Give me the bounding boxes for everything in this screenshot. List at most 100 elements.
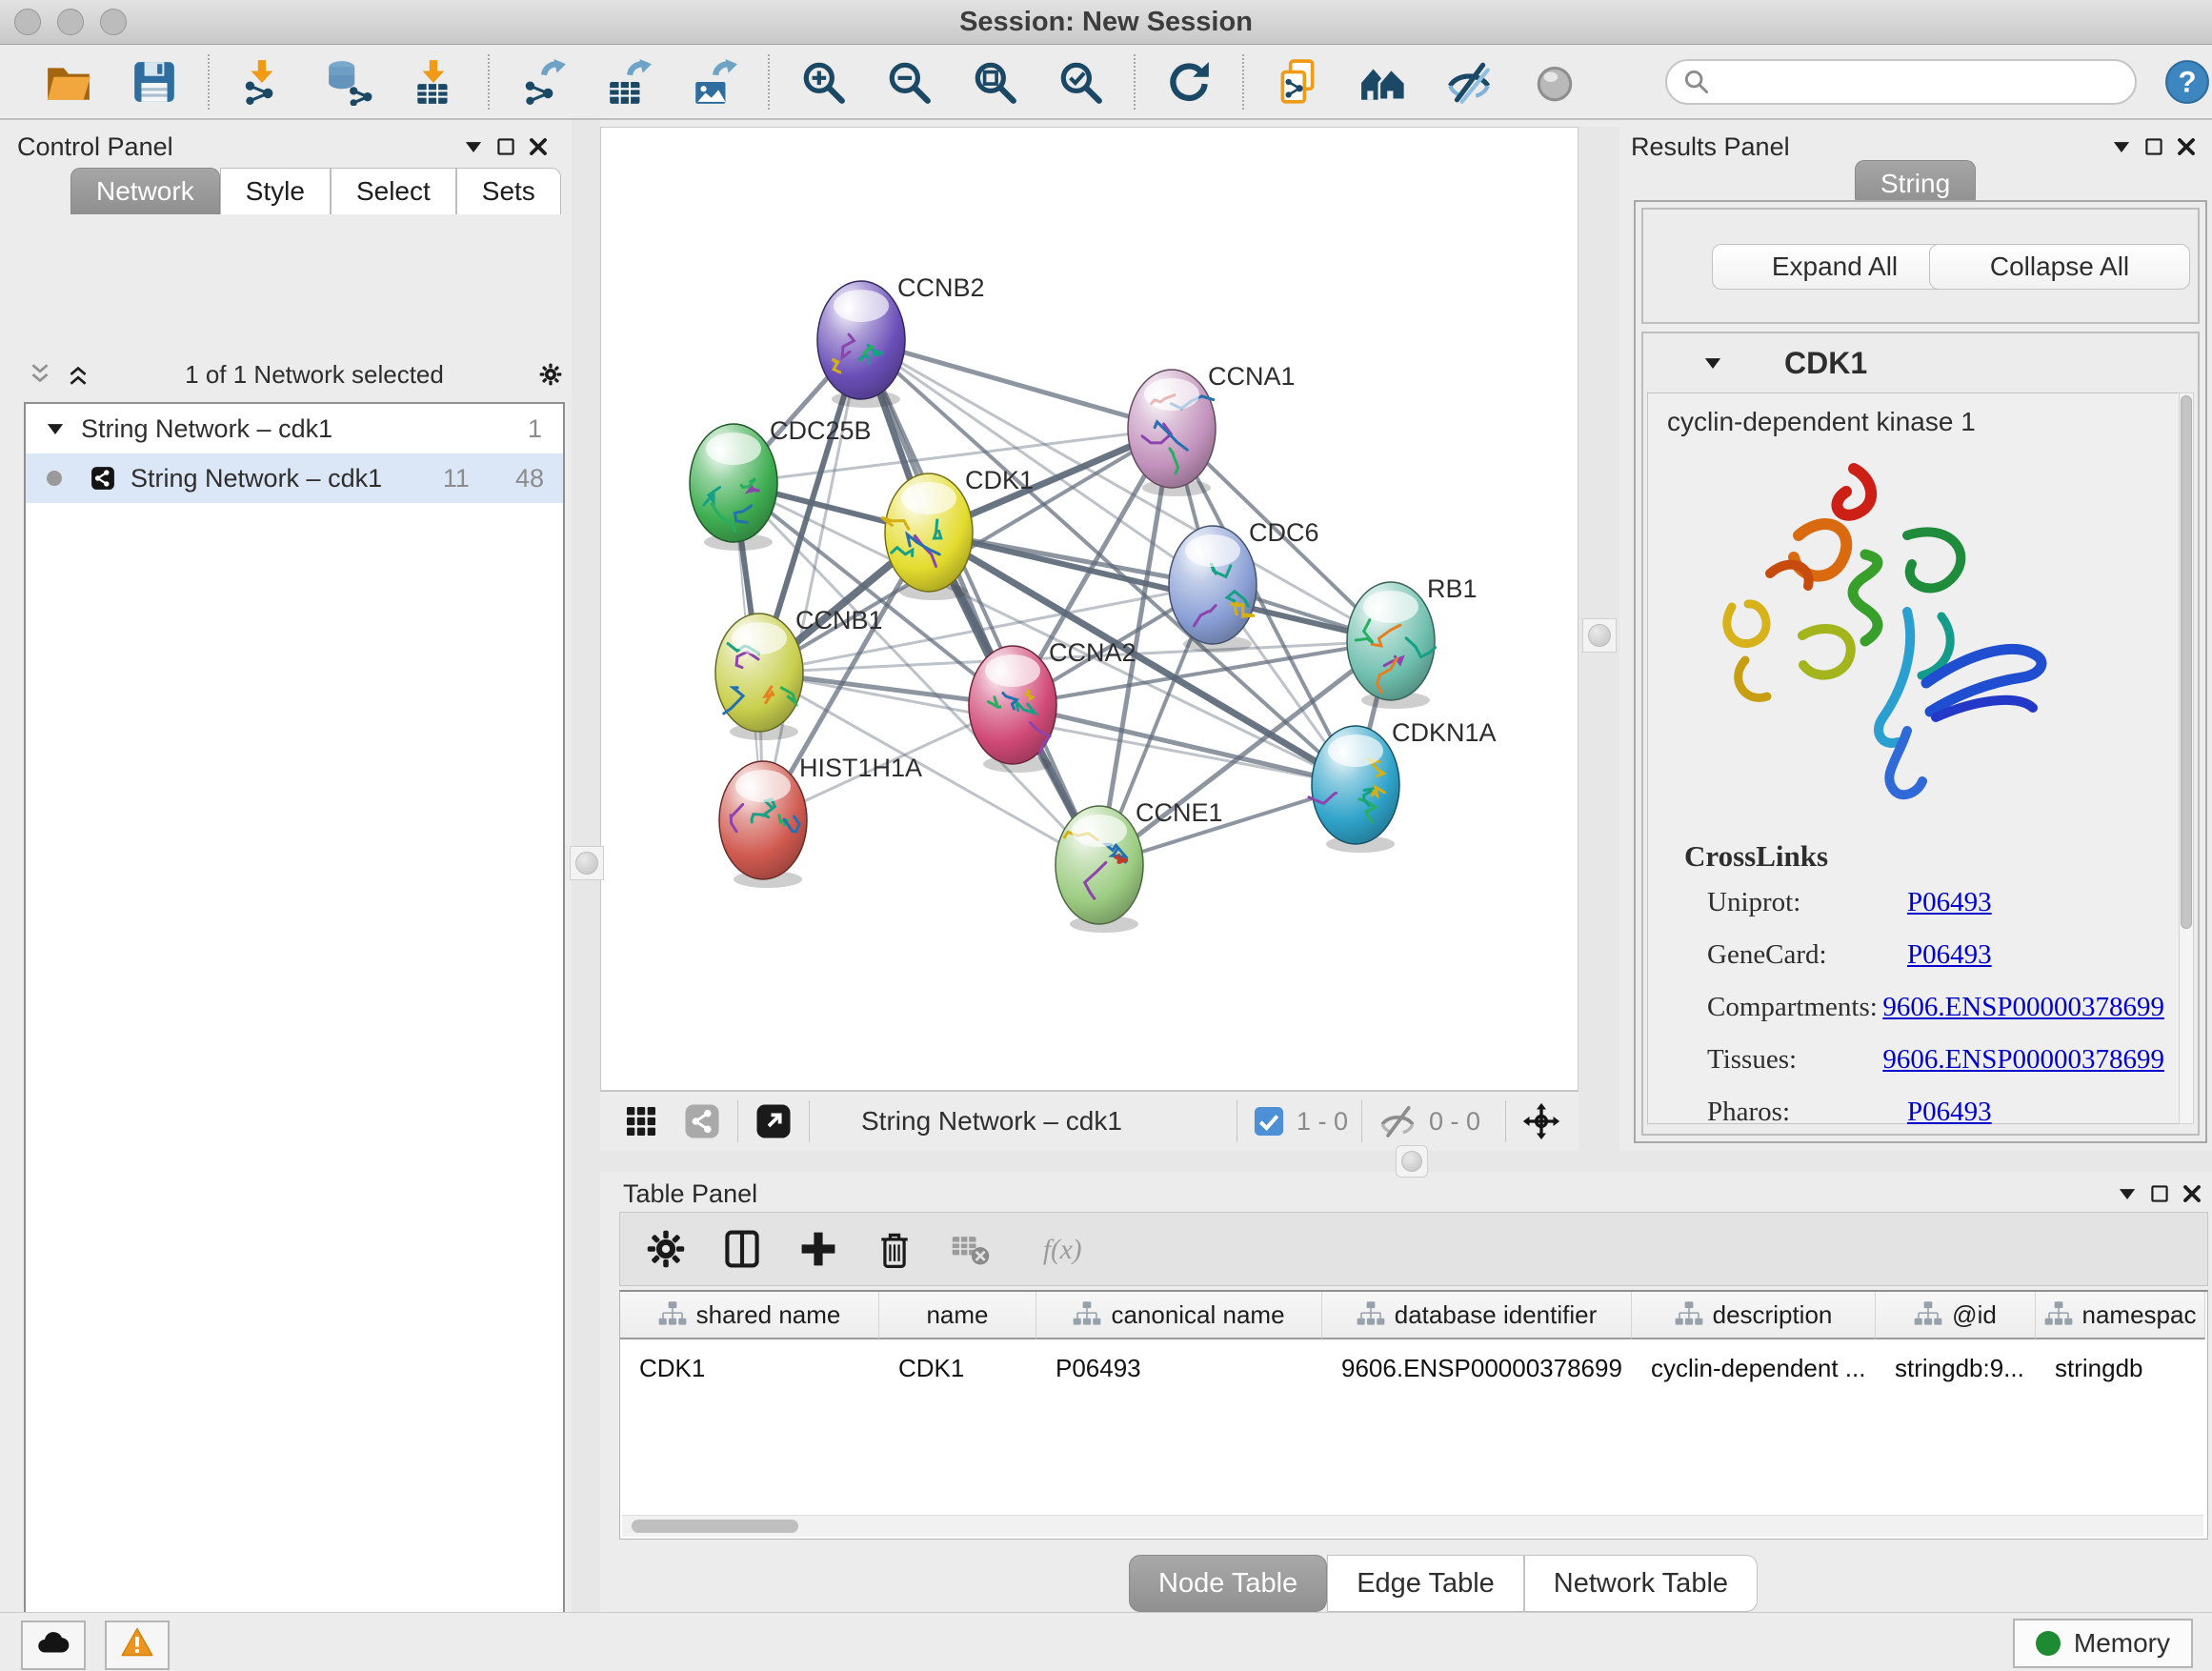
table-cell[interactable]: CDK1 (879, 1347, 1036, 1389)
tab-select[interactable]: Select (331, 168, 456, 214)
table-mode-gear-icon[interactable] (643, 1226, 689, 1272)
collapse-all-button[interactable]: Collapse All (1929, 244, 2190, 290)
hide-graphics-details-button[interactable] (1442, 55, 1496, 109)
tab-edge-table[interactable]: Edge Table (1327, 1555, 1524, 1612)
node-CDKN1A[interactable]: CDKN1A (1309, 718, 1497, 853)
search-box[interactable] (1665, 59, 2137, 105)
node-CCNB2[interactable]: CCNB2 (817, 273, 985, 408)
edge-CCNB2-HIST1H1A[interactable] (763, 340, 861, 820)
right-splitter-handle[interactable] (1582, 618, 1617, 653)
hidden-eye-icon[interactable] (1376, 1099, 1419, 1143)
import-table-file-button[interactable] (408, 55, 461, 109)
left-splitter-handle[interactable] (570, 846, 604, 880)
create-column-icon[interactable] (795, 1226, 841, 1272)
edge-CCNA2-CDKN1A[interactable] (1013, 705, 1356, 785)
tab-network-table[interactable]: Network Table (1524, 1555, 1758, 1612)
panel-close-icon[interactable] (2170, 131, 2202, 163)
zoom-selected-button[interactable] (1054, 55, 1107, 109)
network-tree-row[interactable]: String Network – cdk1 11 48 (26, 453, 563, 503)
tab-style[interactable]: Style (220, 168, 331, 214)
panel-collapse-icon[interactable] (2111, 1178, 2143, 1210)
import-network-database-button[interactable] (322, 55, 375, 109)
network-list-options-gear-icon[interactable] (534, 358, 567, 391)
panel-close-icon[interactable] (2176, 1178, 2208, 1210)
results-scrollbar-thumb[interactable] (2181, 395, 2192, 929)
network-tree-root-row[interactable]: String Network – cdk1 1 (26, 404, 563, 453)
table-cell[interactable]: stringdb (2036, 1347, 2205, 1389)
table-cell[interactable]: P06493 (1036, 1347, 1322, 1389)
collapse-all-networks-icon[interactable] (24, 358, 56, 391)
cloud-button[interactable] (21, 1621, 86, 1670)
column-header-databaseidentifier[interactable]: database identifier (1322, 1292, 1632, 1339)
zoom-in-button[interactable] (796, 55, 850, 109)
expand-all-networks-icon[interactable] (62, 358, 94, 391)
column-header-namespac[interactable]: namespac (2036, 1292, 2205, 1339)
crosslink-link[interactable]: 9606.ENSP00000378699 (1882, 992, 2164, 1023)
center-view-crosshair-icon[interactable] (1519, 1099, 1563, 1143)
panel-float-icon[interactable] (490, 131, 522, 163)
search-input[interactable] (1713, 66, 2122, 97)
delete-columns-trash-icon[interactable] (872, 1226, 917, 1272)
window-zoom-icon[interactable] (100, 9, 127, 35)
node-CCNA1[interactable]: CCNA1 (1128, 362, 1296, 496)
table-cell[interactable]: cyclin-dependent ... (1632, 1347, 1876, 1389)
window-minimize-icon[interactable] (57, 9, 84, 35)
view-grid-icon[interactable] (619, 1099, 663, 1143)
node-HIST1H1A[interactable]: HIST1H1A (719, 754, 922, 888)
home-button[interactable] (1357, 55, 1410, 109)
column-header-id[interactable]: @id (1876, 1292, 2036, 1339)
warnings-button[interactable] (105, 1621, 170, 1670)
expand-all-button[interactable]: Expand All (1712, 244, 1958, 290)
show-columns-icon[interactable] (719, 1226, 765, 1272)
table-hscrollbar-thumb[interactable] (632, 1520, 798, 1533)
window-close-icon[interactable] (14, 9, 41, 35)
node-CDC6[interactable]: CDC6 (1169, 518, 1319, 653)
shared-column-icon (1357, 1300, 1385, 1329)
column-header-canonicalname[interactable]: canonical name (1036, 1292, 1322, 1339)
panel-float-icon[interactable] (2143, 1178, 2176, 1210)
view-network-icon[interactable] (680, 1099, 724, 1143)
tab-sets[interactable]: Sets (456, 168, 561, 214)
node-CCNA2[interactable]: CCNA2 (969, 638, 1136, 773)
column-header-description[interactable]: description (1632, 1292, 1876, 1339)
table-cell[interactable]: 9606.ENSP00000378699 (1322, 1347, 1632, 1389)
refresh-button[interactable] (1162, 55, 1216, 109)
export-image-button[interactable] (688, 55, 741, 109)
column-header-sharedname[interactable]: shared name (620, 1292, 879, 1339)
new-network-from-selection-button[interactable] (1271, 55, 1324, 109)
table-hscrollbar[interactable] (622, 1515, 2203, 1537)
node-RB1[interactable]: RB1 (1347, 574, 1478, 709)
selected-checkbox-icon[interactable] (1251, 1099, 1287, 1143)
panel-float-icon[interactable] (2138, 131, 2170, 163)
node-CCNE1[interactable]: CCNE1 (1056, 798, 1223, 933)
panel-collapse-icon[interactable] (457, 131, 490, 163)
panel-collapse-icon[interactable] (2105, 131, 2138, 163)
export-network-button[interactable] (516, 55, 570, 109)
node-CCNB1[interactable]: CCNB1 (715, 606, 883, 740)
table-cell[interactable]: stringdb:9... (1876, 1347, 2036, 1389)
import-network-file-button[interactable] (236, 55, 290, 109)
crosslink-link[interactable]: P06493 (1907, 939, 1992, 971)
panel-close-icon[interactable] (522, 131, 554, 163)
network-canvas[interactable]: CCNB2CCNA1CDC25BCDK1CDC6RB1CCNB1CCNA2CDK… (600, 127, 1579, 1091)
crosslink-link[interactable]: P06493 (1907, 887, 1992, 918)
crosslink-link[interactable]: P06493 (1907, 1097, 1992, 1128)
export-table-button[interactable] (602, 55, 655, 109)
open-session-button[interactable] (42, 55, 95, 109)
section-expander-icon[interactable] (1697, 347, 1729, 379)
tree-expander-icon[interactable] (39, 413, 71, 445)
network-graph[interactable]: CCNB2CCNA1CDC25BCDK1CDC6RB1CCNB1CCNA2CDK… (601, 128, 1578, 1090)
results-scrollbar[interactable] (2179, 393, 2194, 1124)
help-button[interactable]: ? (2163, 57, 2212, 107)
detach-view-icon[interactable] (752, 1099, 795, 1143)
crosslink-link[interactable]: 9606.ENSP00000378699 (1882, 1044, 2164, 1076)
show-graphics-details-button[interactable] (1528, 55, 1581, 109)
tab-network[interactable]: Network (70, 168, 220, 214)
memory-button[interactable]: Memory (2013, 1619, 2193, 1668)
table-cell[interactable]: CDK1 (620, 1347, 879, 1389)
save-session-button[interactable] (128, 55, 181, 109)
zoom-fit-button[interactable] (968, 55, 1021, 109)
tab-node-table[interactable]: Node Table (1129, 1555, 1327, 1612)
zoom-out-button[interactable] (882, 55, 935, 109)
column-header-name[interactable]: name (879, 1292, 1036, 1339)
